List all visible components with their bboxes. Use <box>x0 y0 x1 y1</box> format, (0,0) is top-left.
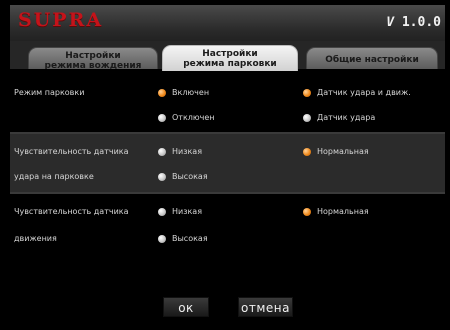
shock-sensitivity-section: Чувствительность датчика удара на парков… <box>10 134 445 192</box>
version-number: 1.0.0 <box>401 15 441 30</box>
radio-motion-low[interactable] <box>158 208 166 216</box>
version-label: V 1.0.0 <box>386 15 441 30</box>
cancel-button[interactable]: отмена <box>238 297 293 317</box>
ok-button[interactable]: ок <box>163 297 209 317</box>
version-prefix: V <box>386 15 395 30</box>
option-disabled-label: Отключен <box>172 113 215 122</box>
motion-sensitivity-label-line2: движения <box>14 234 57 243</box>
motion-option-high-label: Высокая <box>172 234 208 243</box>
shock-option-high-label: Высокая <box>172 172 208 181</box>
tab-driving-settings[interactable]: Настройки режима вождения <box>28 47 158 71</box>
radio-shock-and-motion[interactable] <box>303 89 311 97</box>
tab-general-settings[interactable]: Общие настройки <box>306 47 438 69</box>
tab-parking-settings[interactable]: Настройки режима парковки <box>162 45 298 71</box>
supra-logo: SUPRA <box>18 9 104 31</box>
shock-option-normal-label: Нормальная <box>317 147 369 156</box>
settings-content: Режим парковки Включен Отключен Датчик у… <box>10 69 445 325</box>
motion-sensitivity-label-line1: Чувствительность датчика <box>14 207 129 216</box>
option-shock-and-motion-label: Датчик удара и движ. <box>317 88 411 97</box>
motion-sensitivity-section: Чувствительность датчика движения Низкая… <box>10 194 445 325</box>
parking-mode-section: Режим парковки Включен Отключен Датчик у… <box>10 69 445 132</box>
motion-option-low-label: Низкая <box>172 207 203 216</box>
radio-shock-high[interactable] <box>158 173 166 181</box>
option-shock-only-label: Датчик удара <box>317 113 376 122</box>
radio-shock-normal[interactable] <box>303 148 311 156</box>
shock-sensitivity-label-line1: Чувствительность датчика <box>14 147 129 156</box>
parking-mode-label: Режим парковки <box>14 88 85 97</box>
radio-disabled[interactable] <box>158 114 166 122</box>
app-frame: SUPRA V 1.0.0 Настройки режима вождения … <box>0 0 450 330</box>
radio-shock-low[interactable] <box>158 148 166 156</box>
tab-strip: Настройки режима вождения Настройки режи… <box>10 41 445 71</box>
tab-parking-line2: режима парковки <box>183 59 277 69</box>
tab-parking-line1: Настройки <box>202 49 258 59</box>
radio-motion-high[interactable] <box>158 235 166 243</box>
settings-window: SUPRA V 1.0.0 Настройки режима вождения … <box>10 5 445 325</box>
tab-driving-line1: Настройки <box>65 51 121 61</box>
option-enabled-label: Включен <box>172 88 210 97</box>
tab-general-label: Общие настройки <box>325 55 419 65</box>
radio-motion-normal[interactable] <box>303 208 311 216</box>
radio-enabled[interactable] <box>158 89 166 97</box>
shock-sensitivity-label-line2: удара на парковке <box>14 172 94 181</box>
radio-shock-only[interactable] <box>303 114 311 122</box>
title-bar: SUPRA V 1.0.0 <box>10 5 445 41</box>
motion-option-normal-label: Нормальная <box>317 207 369 216</box>
shock-option-low-label: Низкая <box>172 147 203 156</box>
